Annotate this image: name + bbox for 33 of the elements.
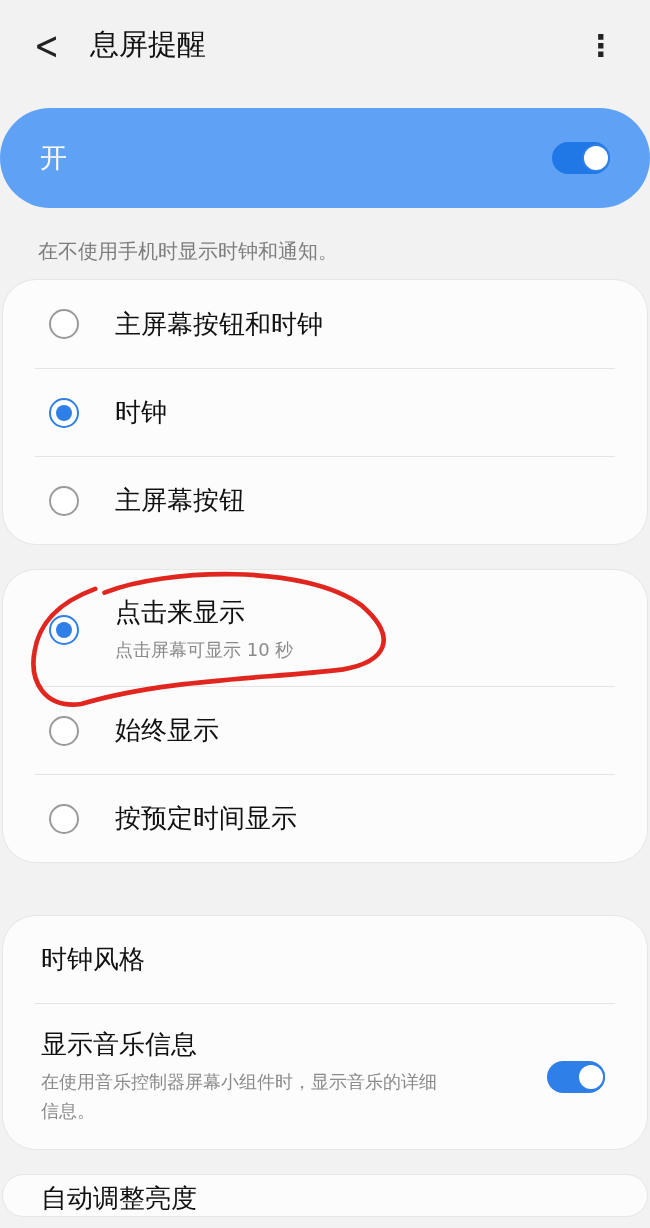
toggle-switch[interactable]: [547, 1060, 605, 1093]
radio-button[interactable]: [49, 309, 79, 339]
summary-text: 在使用音乐控制器屏幕小组件时，显示音乐的详细信息。: [40, 1070, 438, 1123]
radio-button[interactable]: [49, 803, 79, 834]
description-text: 在不使用手机时显示时钟和通知。: [37, 238, 339, 265]
option-row[interactable]: 时钟: [35, 368, 615, 456]
switch-label: 开: [40, 141, 68, 175]
option-label: 主屏幕按钮: [115, 484, 246, 517]
radio-button[interactable]: [49, 397, 79, 428]
option-row[interactable]: 主屏幕按钮和时钟: [35, 280, 615, 368]
back-button[interactable]: <: [34, 22, 90, 68]
setting-row[interactable]: 显示音乐信息 在使用音乐控制器屏幕小组件时，显示音乐的详细信息。: [35, 1003, 615, 1149]
option-row[interactable]: 主屏幕按钮: [35, 456, 615, 544]
option-label: 时钟: [115, 396, 168, 429]
summary-text: 点击屏幕可显示 10 秒: [115, 638, 295, 663]
more-options-button[interactable]: ⋮: [580, 26, 622, 64]
option-label: 始终显示: [115, 714, 220, 747]
option-label: 主屏幕按钮和时钟: [115, 307, 324, 341]
option-row[interactable]: 按预定时间显示: [35, 774, 615, 862]
setting-label: 自动调整亮度: [40, 1182, 198, 1215]
option-row[interactable]: 点击来显示 点击屏幕可显示 10 秒: [35, 570, 615, 686]
option-label: 按预定时间显示: [115, 802, 298, 835]
option-label: 点击来显示: [115, 596, 246, 630]
radio-button[interactable]: [49, 615, 79, 645]
setting-label: 显示音乐信息: [40, 1028, 198, 1062]
setting-row[interactable]: 自动调整亮度: [35, 1175, 615, 1216]
radio-button[interactable]: [49, 715, 79, 746]
setting-row[interactable]: 时钟风格: [35, 916, 615, 1003]
option-row[interactable]: 始终显示: [35, 686, 615, 774]
setting-label: 时钟风格: [40, 943, 146, 976]
toggle-switch[interactable]: [552, 142, 610, 174]
radio-button[interactable]: [49, 485, 79, 516]
page-title: 息屏提醒: [90, 26, 207, 63]
